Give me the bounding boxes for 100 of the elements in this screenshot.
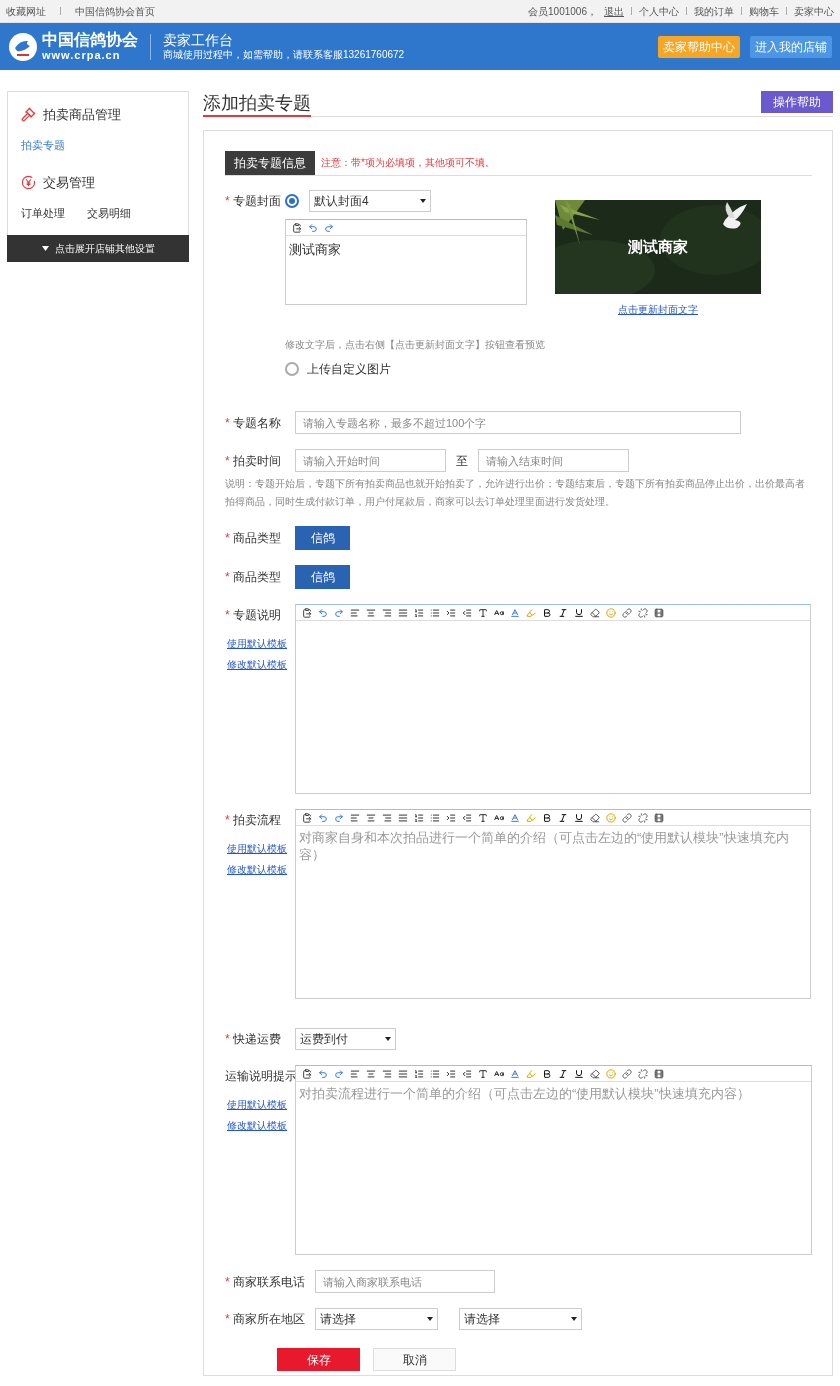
undo-icon[interactable] — [318, 812, 328, 823]
top-link[interactable]: 中国信鸽协会首页 — [75, 3, 155, 19]
bullet-list-icon[interactable] — [430, 812, 440, 823]
media-icon[interactable] — [654, 607, 664, 618]
font-family-icon[interactable] — [478, 607, 488, 618]
form-button[interactable]: 取消 — [373, 1348, 456, 1371]
align-left-icon[interactable] — [350, 607, 360, 618]
top-link[interactable]: 购物车 — [749, 3, 779, 19]
indent-icon[interactable] — [446, 812, 456, 823]
form-button[interactable]: 保存 — [277, 1348, 360, 1371]
template-link[interactable]: 使用默认模板 — [227, 841, 285, 856]
help-button[interactable]: 操作帮助 — [761, 91, 833, 113]
template-link[interactable]: 使用默认模板 — [227, 1097, 285, 1112]
template-link[interactable]: 修改默认模板 — [227, 657, 285, 672]
dropdown[interactable]: 运费到付 — [295, 1028, 396, 1050]
underline-icon[interactable] — [574, 607, 584, 618]
numbered-list-icon[interactable] — [414, 812, 424, 823]
top-link[interactable]: 我的订单 — [694, 3, 734, 19]
text-field[interactable]: 请输入专题名称，最多不超过100个字 — [295, 411, 741, 434]
top-link[interactable]: 卖家中心 — [794, 3, 834, 19]
cover-text-editor[interactable]: 测试商家 — [285, 219, 527, 305]
link-icon[interactable] — [622, 1068, 632, 1079]
align-center-icon[interactable] — [366, 607, 376, 618]
eraser-icon[interactable] — [590, 607, 600, 618]
sidebar-item[interactable]: 交易明细 — [87, 204, 131, 221]
media-icon[interactable] — [654, 1068, 664, 1079]
outdent-icon[interactable] — [462, 812, 472, 823]
font-size-icon[interactable] — [494, 1068, 504, 1079]
top-link[interactable]: 个人中心 — [639, 3, 679, 19]
paste-icon[interactable] — [302, 812, 312, 823]
redo-icon[interactable] — [334, 1068, 344, 1079]
italic-icon[interactable] — [558, 1068, 568, 1079]
outdent-icon[interactable] — [462, 607, 472, 618]
media-icon[interactable] — [654, 812, 664, 823]
font-color-icon[interactable] — [510, 812, 520, 823]
yuan-icon — [21, 175, 36, 191]
redo-icon[interactable] — [324, 222, 334, 233]
font-size-icon[interactable] — [494, 812, 504, 823]
numbered-list-icon[interactable] — [414, 1068, 424, 1079]
align-left-icon[interactable] — [350, 1068, 360, 1079]
justify-icon[interactable] — [398, 1068, 408, 1079]
paste-icon[interactable] — [292, 222, 302, 233]
template-link[interactable]: 修改默认模板 — [227, 1118, 285, 1133]
unlink-icon[interactable] — [638, 812, 648, 823]
bold-icon[interactable] — [542, 607, 552, 618]
align-right-icon[interactable] — [382, 607, 392, 618]
logout-link[interactable]: 退出 — [604, 3, 624, 19]
bold-icon[interactable] — [542, 1068, 552, 1079]
end-time-field[interactable]: 请输入结束时间 — [478, 449, 629, 472]
text-field[interactable]: 请输入商家联系电话 — [314, 1270, 495, 1293]
redo-icon[interactable] — [334, 812, 344, 823]
redo-icon[interactable] — [334, 607, 344, 618]
dropdown[interactable]: 默认封面4 — [309, 190, 431, 212]
eraser-icon[interactable] — [590, 812, 600, 823]
radio-button[interactable] — [285, 194, 299, 208]
align-center-icon[interactable] — [366, 812, 376, 823]
font-family-icon[interactable] — [478, 812, 488, 823]
undo-icon[interactable] — [308, 222, 318, 233]
start-time-field[interactable]: 请输入开始时间 — [295, 449, 446, 472]
underline-icon[interactable] — [574, 812, 584, 823]
indent-icon[interactable] — [446, 1068, 456, 1079]
paste-icon[interactable] — [302, 1068, 312, 1079]
font-color-icon[interactable] — [510, 607, 520, 618]
sidebar-item[interactable]: 订单处理 — [21, 204, 65, 221]
unlink-icon[interactable] — [638, 607, 648, 618]
update-cover-link[interactable]: 点击更新封面文字 — [618, 302, 698, 317]
dropdown[interactable]: 请选择 — [314, 1308, 438, 1330]
font-family-icon[interactable] — [478, 1068, 488, 1079]
section-tab[interactable]: 拍卖专题信息 — [225, 151, 315, 175]
undo-icon[interactable] — [318, 1068, 328, 1079]
outdent-icon[interactable] — [462, 1068, 472, 1079]
justify-icon[interactable] — [398, 607, 408, 618]
link-icon[interactable] — [622, 607, 632, 618]
align-left-icon[interactable] — [350, 812, 360, 823]
bullet-list-icon[interactable] — [430, 1068, 440, 1079]
align-center-icon[interactable] — [366, 1068, 376, 1079]
expand-settings-button[interactable]: 点击展开店铺其他设置 — [7, 235, 189, 262]
sidebar-item[interactable]: 拍卖专题 — [21, 136, 65, 153]
link-icon[interactable] — [622, 812, 632, 823]
paste-icon[interactable] — [302, 607, 312, 618]
radio-button[interactable] — [285, 362, 299, 376]
template-link[interactable]: 使用默认模板 — [227, 636, 285, 651]
underline-icon[interactable] — [574, 1068, 584, 1079]
bold-icon[interactable] — [542, 812, 552, 823]
dropdown[interactable]: 请选择 — [458, 1308, 582, 1330]
justify-icon[interactable] — [398, 812, 408, 823]
align-right-icon[interactable] — [382, 1068, 392, 1079]
top-link[interactable]: 收藏网址 — [6, 3, 46, 19]
template-link[interactable]: 修改默认模板 — [227, 862, 285, 877]
italic-icon[interactable] — [558, 812, 568, 823]
undo-icon[interactable] — [318, 607, 328, 618]
bullet-list-icon[interactable] — [430, 607, 440, 618]
eraser-icon[interactable] — [590, 1068, 600, 1079]
font-color-icon[interactable] — [510, 1068, 520, 1079]
unlink-icon[interactable] — [638, 1068, 648, 1079]
italic-icon[interactable] — [558, 607, 568, 618]
font-size-icon[interactable] — [494, 607, 504, 618]
align-right-icon[interactable] — [382, 812, 392, 823]
numbered-list-icon[interactable] — [414, 607, 424, 618]
indent-icon[interactable] — [446, 607, 456, 618]
